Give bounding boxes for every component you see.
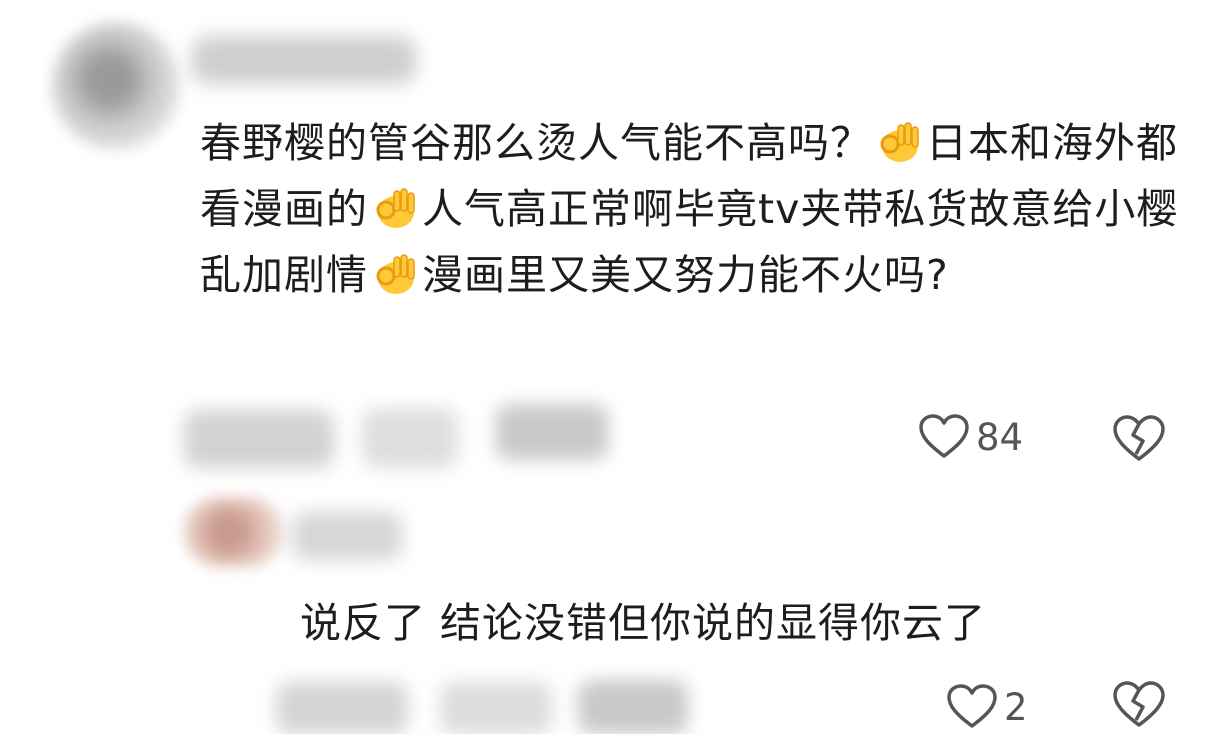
like-button[interactable]: 2 (946, 684, 1028, 730)
username-blurred[interactable] (192, 36, 416, 84)
avatar[interactable] (52, 22, 180, 150)
like-count: 84 (976, 415, 1024, 459)
location-blurred (440, 682, 552, 734)
ok-hand-emoji (376, 188, 415, 228)
reply-button-blurred[interactable] (496, 404, 608, 460)
like-count: 2 (1004, 685, 1028, 729)
heart-outline-icon (947, 684, 997, 728)
ok-hand-emoji (376, 254, 415, 294)
timestamp-blurred (184, 410, 334, 468)
comment-text: 说反了 结论没错但你说的显得你云了 (300, 590, 1200, 656)
broken-heart-icon[interactable] (1112, 414, 1166, 464)
comment-text: 春野樱的管谷那么烫人气能不高吗？ 日本和海外都看漫画的 人气高正常啊毕竟tv夹带… (200, 110, 1190, 308)
username-blurred[interactable] (292, 512, 402, 560)
location-blurred (362, 408, 458, 468)
comment-text-part: 说反了 结论没错但你说的显得你云了 (300, 599, 987, 647)
broken-heart-icon[interactable] (1112, 680, 1166, 730)
comment-text-part: 春野樱的管谷那么烫人气能不高吗？ (200, 119, 872, 167)
like-button[interactable]: 84 (918, 414, 1023, 460)
avatar[interactable] (184, 498, 284, 566)
heart-outline-icon (919, 414, 969, 458)
timestamp-blurred (276, 682, 408, 734)
reply-button-blurred[interactable] (578, 680, 688, 734)
ok-hand-emoji (880, 122, 919, 162)
comment-text-part: 漫画里又美又努力能不火吗? (422, 251, 949, 299)
